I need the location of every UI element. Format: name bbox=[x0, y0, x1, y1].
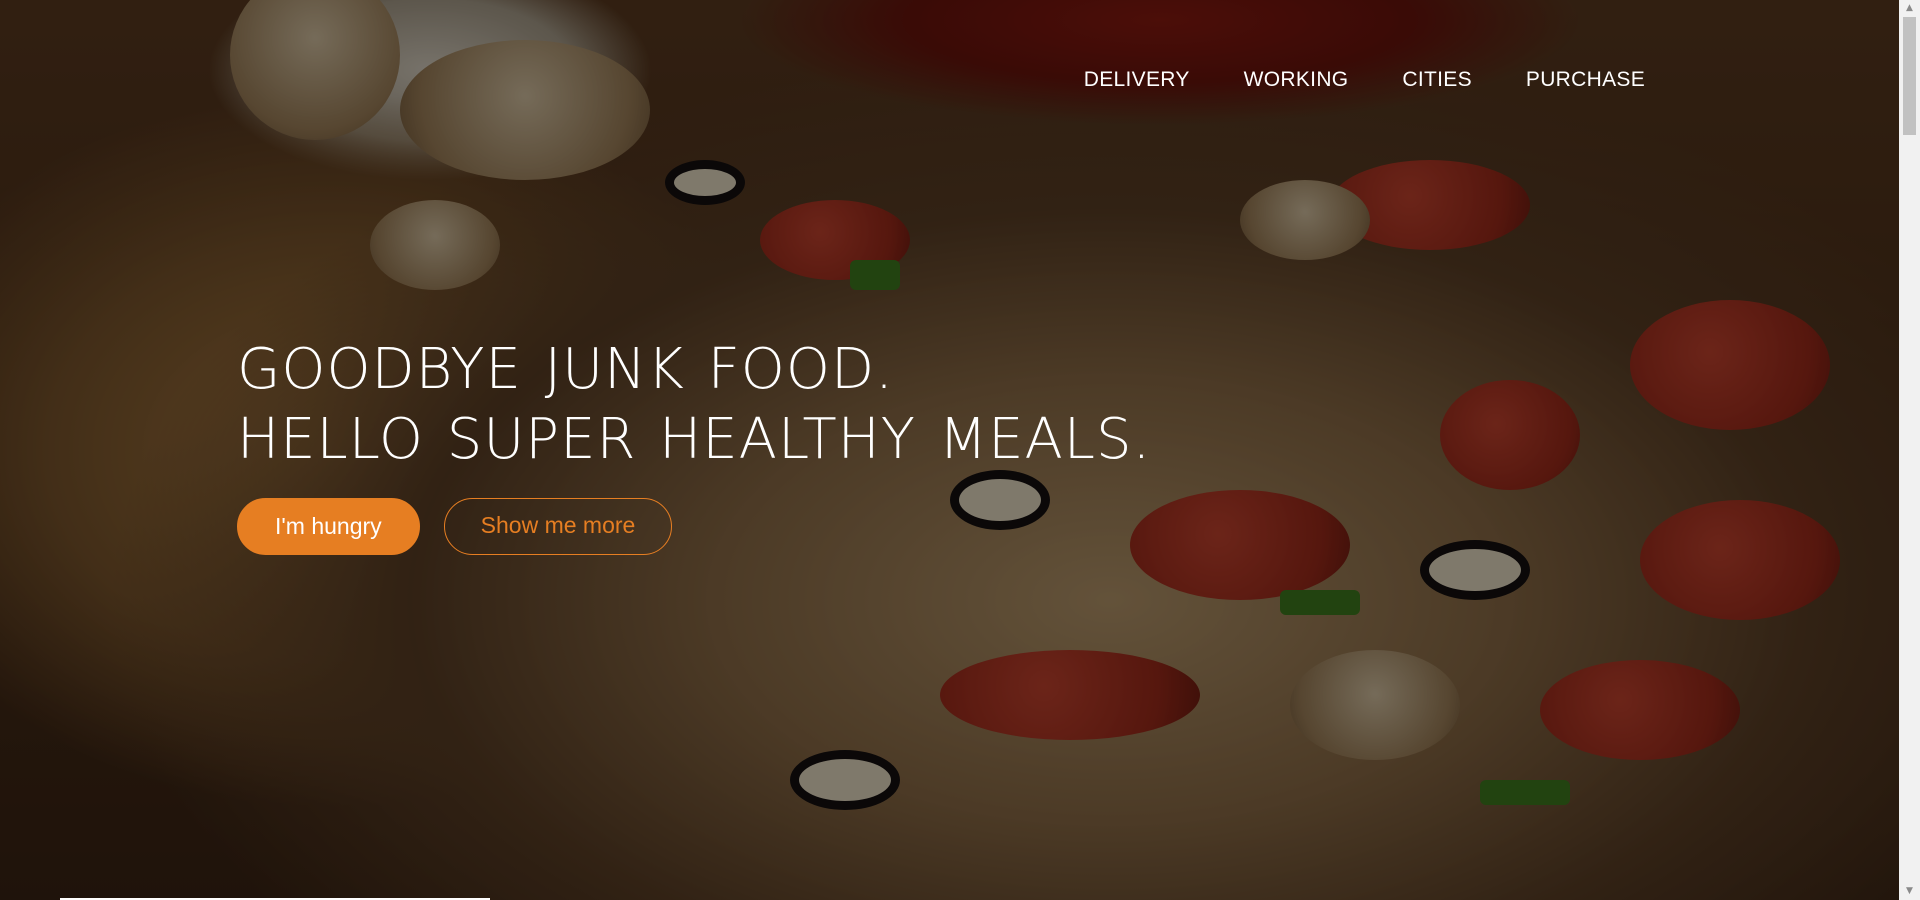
nav-item-delivery: DELIVERY bbox=[1084, 68, 1190, 92]
hero-title-line-1: GOODBYE JUNK FOOD. bbox=[237, 337, 894, 402]
main-nav: DELIVERY WORKING CITIES PURCHASE bbox=[1084, 68, 1645, 92]
nav-item-working: WORKING bbox=[1244, 68, 1349, 92]
nav-item-cities: CITIES bbox=[1402, 68, 1471, 92]
nav-link-cities[interactable]: CITIES bbox=[1402, 68, 1471, 91]
chevron-up-icon[interactable]: ▲ bbox=[1899, 0, 1920, 17]
hero-text-box: GOODBYE JUNK FOOD. HELLO SUPER HEALTHY M… bbox=[237, 335, 1151, 555]
page-viewport: DELIVERY WORKING CITIES PURCHASE GOODBYE… bbox=[0, 0, 1899, 900]
hero-title-line-2: HELLO SUPER HEALTHY MEALS. bbox=[237, 407, 1152, 472]
show-me-more-button[interactable]: Show me more bbox=[443, 498, 673, 555]
im-hungry-button[interactable]: I'm hungry bbox=[237, 498, 420, 555]
hero-button-row: I'm hungry Show me more bbox=[237, 498, 1151, 555]
nav-link-purchase[interactable]: PURCHASE bbox=[1526, 68, 1645, 91]
chevron-down-icon[interactable]: ▼ bbox=[1899, 883, 1920, 900]
nav-link-working[interactable]: WORKING bbox=[1244, 68, 1349, 91]
hero-title: GOODBYE JUNK FOOD. HELLO SUPER HEALTHY M… bbox=[237, 335, 1151, 475]
nav-link-delivery[interactable]: DELIVERY bbox=[1084, 68, 1190, 91]
scrollbar-thumb[interactable] bbox=[1903, 17, 1916, 135]
nav-item-purchase: PURCHASE bbox=[1526, 68, 1645, 92]
page-scrollbar[interactable]: ▲ ▼ bbox=[1899, 0, 1920, 900]
